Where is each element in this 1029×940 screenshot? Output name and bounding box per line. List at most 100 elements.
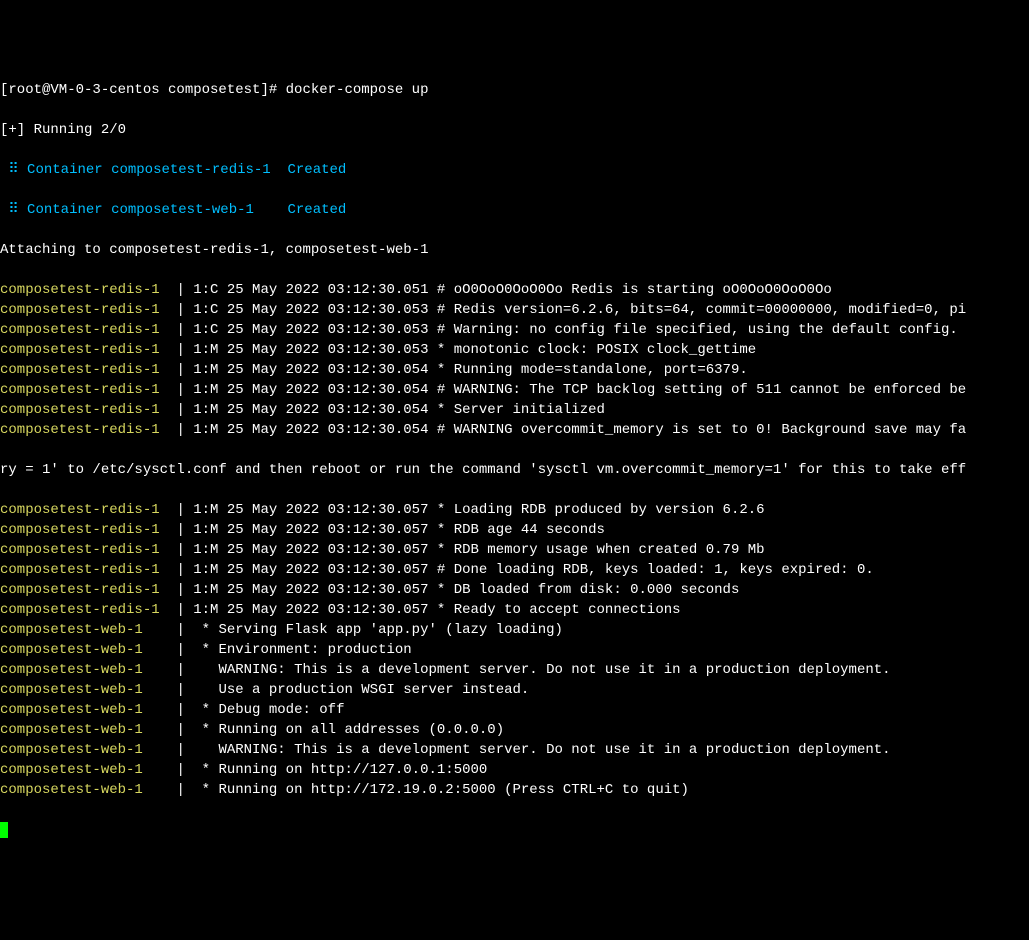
separator: | — [176, 502, 193, 518]
service-name: composetest-redis-1 — [0, 562, 176, 578]
log-message: 1:M 25 May 2022 03:12:30.054 * Running m… — [193, 362, 748, 378]
service-name: composetest-redis-1 — [0, 422, 176, 438]
log-message: 1:M 25 May 2022 03:12:30.057 * RDB age 4… — [193, 522, 605, 538]
separator: | — [176, 382, 193, 398]
log-line: composetest-redis-1 | 1:C 25 May 2022 03… — [0, 280, 1029, 300]
separator: | — [176, 562, 193, 578]
log-message: WARNING: This is a development server. D… — [193, 742, 890, 758]
log-message: 1:M 25 May 2022 03:12:30.057 # Done load… — [193, 562, 874, 578]
separator: | — [176, 342, 193, 358]
log-line: composetest-web-1 | * Running on http://… — [0, 780, 1029, 800]
log-line: composetest-redis-1 | 1:M 25 May 2022 03… — [0, 580, 1029, 600]
separator: | — [176, 682, 193, 698]
log-message: * Running on http://127.0.0.1:5000 — [193, 762, 487, 778]
service-name: composetest-redis-1 — [0, 342, 176, 358]
separator: | — [176, 522, 193, 538]
service-name: composetest-redis-1 — [0, 282, 176, 298]
service-name: composetest-web-1 — [0, 642, 176, 658]
log-line: composetest-redis-1 | 1:M 25 May 2022 03… — [0, 400, 1029, 420]
service-name: composetest-web-1 — [0, 622, 176, 638]
separator: | — [176, 402, 193, 418]
separator: | — [176, 422, 193, 438]
log-message: 1:C 25 May 2022 03:12:30.053 # Redis ver… — [193, 302, 966, 318]
service-name: composetest-web-1 — [0, 742, 176, 758]
log-message: 1:C 25 May 2022 03:12:30.051 # oO0OoO0Oo… — [193, 282, 832, 298]
log-line: composetest-web-1 | * Running on all add… — [0, 720, 1029, 740]
log-message: * Running on all addresses (0.0.0.0) — [193, 722, 504, 738]
cursor-line[interactable] — [0, 820, 1029, 840]
log-message: 1:M 25 May 2022 03:12:30.057 * RDB memor… — [193, 542, 764, 558]
log-wrap-line: ry = 1' to /etc/sysctl.conf and then reb… — [0, 460, 1029, 480]
service-name: composetest-redis-1 — [0, 382, 176, 398]
log-line: composetest-redis-1 | 1:M 25 May 2022 03… — [0, 420, 1029, 440]
status-running: [+] Running 2/0 — [0, 120, 1029, 140]
log-message: 1:C 25 May 2022 03:12:30.053 # Warning: … — [193, 322, 958, 338]
separator: | — [176, 742, 193, 758]
service-name: composetest-web-1 — [0, 702, 176, 718]
log-line: composetest-redis-1 | 1:M 25 May 2022 03… — [0, 340, 1029, 360]
log-line: composetest-web-1 | * Debug mode: off — [0, 700, 1029, 720]
log-message: WARNING: This is a development server. D… — [193, 662, 890, 678]
separator: | — [176, 702, 193, 718]
log-line: composetest-web-1 | * Serving Flask app … — [0, 620, 1029, 640]
separator: | — [176, 302, 193, 318]
log-line: composetest-redis-1 | 1:C 25 May 2022 03… — [0, 320, 1029, 340]
service-name: composetest-redis-1 — [0, 502, 176, 518]
cursor — [0, 822, 8, 838]
separator: | — [176, 722, 193, 738]
log-line: composetest-web-1 | WARNING: This is a d… — [0, 740, 1029, 760]
service-name: composetest-web-1 — [0, 662, 176, 678]
separator: | — [176, 642, 193, 658]
separator: | — [176, 602, 193, 618]
log-line: composetest-web-1 | WARNING: This is a d… — [0, 660, 1029, 680]
log-line: composetest-redis-1 | 1:M 25 May 2022 03… — [0, 380, 1029, 400]
separator: | — [176, 542, 193, 558]
log-line: composetest-redis-1 | 1:M 25 May 2022 03… — [0, 500, 1029, 520]
log-message: Use a production WSGI server instead. — [193, 682, 529, 698]
separator: | — [176, 662, 193, 678]
separator: | — [176, 282, 193, 298]
service-name: composetest-redis-1 — [0, 402, 176, 418]
log-message: * Serving Flask app 'app.py' (lazy loadi… — [193, 622, 563, 638]
log-message: 1:M 25 May 2022 03:12:30.054 # WARNING o… — [193, 422, 966, 438]
log-line: composetest-redis-1 | 1:M 25 May 2022 03… — [0, 520, 1029, 540]
container-state: Created — [288, 202, 347, 218]
log-message: 1:M 25 May 2022 03:12:30.054 * Server in… — [193, 402, 605, 418]
log-line: composetest-redis-1 | 1:C 25 May 2022 03… — [0, 300, 1029, 320]
container-status-line: ⠿ Container composetest-web-1 Created — [0, 200, 1029, 220]
service-name: composetest-redis-1 — [0, 582, 176, 598]
log-line: composetest-redis-1 | 1:M 25 May 2022 03… — [0, 560, 1029, 580]
separator: | — [176, 622, 193, 638]
container-state: Created — [288, 162, 347, 178]
log-message: * Running on http://172.19.0.2:5000 (Pre… — [193, 782, 689, 798]
service-name: composetest-redis-1 — [0, 362, 176, 378]
service-name: composetest-redis-1 — [0, 322, 176, 338]
log-line: composetest-redis-1 | 1:M 25 May 2022 03… — [0, 360, 1029, 380]
log-message: 1:M 25 May 2022 03:12:30.053 * monotonic… — [193, 342, 756, 358]
log-line: composetest-redis-1 | 1:M 25 May 2022 03… — [0, 540, 1029, 560]
service-name: composetest-web-1 — [0, 682, 176, 698]
log-message: * Debug mode: off — [193, 702, 344, 718]
service-name: composetest-web-1 — [0, 762, 176, 778]
separator: | — [176, 762, 193, 778]
shell-prompt: [root@VM-0-3-centos composetest]# docker… — [0, 80, 1029, 100]
log-message: * Environment: production — [193, 642, 411, 658]
service-name: composetest-redis-1 — [0, 602, 176, 618]
log-line: composetest-web-1 | Use a production WSG… — [0, 680, 1029, 700]
log-message: 1:M 25 May 2022 03:12:30.057 * Ready to … — [193, 602, 680, 618]
service-name: composetest-web-1 — [0, 782, 176, 798]
log-message: 1:M 25 May 2022 03:12:30.057 * DB loaded… — [193, 582, 739, 598]
separator: | — [176, 362, 193, 378]
log-line: composetest-redis-1 | 1:M 25 May 2022 03… — [0, 600, 1029, 620]
log-line: composetest-web-1 | * Environment: produ… — [0, 640, 1029, 660]
container-name: ⠿ Container composetest-web-1 — [0, 202, 288, 218]
attaching-line: Attaching to composetest-redis-1, compos… — [0, 240, 1029, 260]
service-name: composetest-redis-1 — [0, 302, 176, 318]
service-name: composetest-redis-1 — [0, 542, 176, 558]
separator: | — [176, 322, 193, 338]
separator: | — [176, 582, 193, 598]
container-status-line: ⠿ Container composetest-redis-1 Created — [0, 160, 1029, 180]
log-line: composetest-web-1 | * Running on http://… — [0, 760, 1029, 780]
log-message: 1:M 25 May 2022 03:12:30.057 * Loading R… — [193, 502, 764, 518]
service-name: composetest-web-1 — [0, 722, 176, 738]
